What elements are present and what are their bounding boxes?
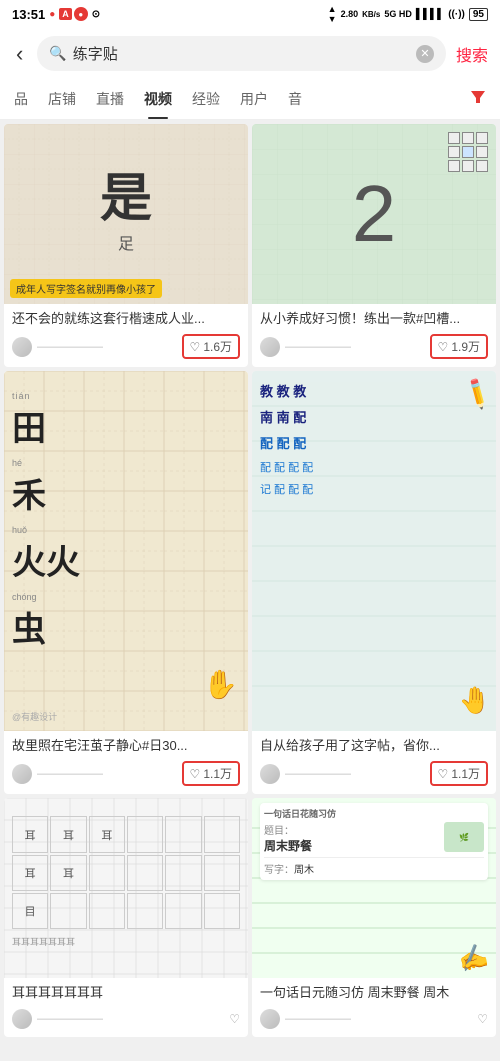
search-icon: 🔍 <box>49 45 66 62</box>
card2-likes: ♡ 1.9万 <box>430 334 488 359</box>
sim-icon: ● <box>49 9 55 20</box>
tab-bar: 品 店铺 直播 视频 经验 用户 音 <box>0 79 500 120</box>
speed-icon: ▲▼ <box>328 4 337 24</box>
speed-unit: KB/s <box>362 10 380 19</box>
wifi-icon: ((·)) <box>448 9 465 20</box>
card6-info: 一句话日元随习仿 周末野餐 周木 —————— ♡ <box>252 978 496 1036</box>
card4-avatar <box>260 764 280 784</box>
card3-info: 故里照在宅汪茧子静心#日30... —————— ♡ 1.1万 <box>4 731 248 794</box>
card3-title: 故里照在宅汪茧子静心#日30... <box>12 737 240 755</box>
video-card-2[interactable]: 2 从小养成好习惯！练出一款#凹槽... —————— <box>252 124 496 367</box>
tab-shop[interactable]: 店铺 <box>38 79 86 119</box>
card5-info: 耳耳耳耳耳耳耳 —————— ♡ <box>4 978 248 1036</box>
card3-author-name: —————— <box>37 768 103 780</box>
card6-thumb: 一句话日花随习仿 题目： 周末野餐 🌿 写字：周木 <box>252 798 496 978</box>
video-card-3[interactable]: tián 田 hé 禾 huǒ 火火 <box>4 371 248 794</box>
heart-icon-5: ♡ <box>229 1012 240 1026</box>
video-card-5[interactable]: 耳 耳 耳 耳 耳 目 <box>4 798 248 1036</box>
card4-title: 自从给孩子用了这字帖，省你... <box>260 737 488 755</box>
card4-info: 自从给孩子用了这字帖，省你... —————— ♡ 1.1万 <box>252 731 496 794</box>
card4-likes: ♡ 1.1万 <box>430 761 488 786</box>
card5-likes: ♡ <box>229 1012 240 1026</box>
card4-footer: —————— ♡ 1.1万 <box>260 761 488 786</box>
clear-button[interactable]: ✕ <box>416 45 434 63</box>
tab-experience[interactable]: 经验 <box>182 79 230 119</box>
bottom-padding <box>0 1041 500 1061</box>
card5-author-name: —————— <box>37 1013 103 1025</box>
card1-info: 还不会的就练这套行楷速成人业... —————— ♡ 1.6万 <box>4 304 248 367</box>
card6-footer: —————— ♡ <box>260 1009 488 1029</box>
search-bar: ‹ 🔍 练字贴 ✕ 搜索 <box>0 28 500 79</box>
tab-user[interactable]: 用户 <box>230 79 278 119</box>
speed-value: 2.80 <box>341 9 359 19</box>
card2-author: —————— <box>260 337 351 357</box>
card2-avatar <box>260 337 280 357</box>
card1-author-name: —————— <box>37 341 103 353</box>
card1-avatar <box>12 337 32 357</box>
filter-button[interactable] <box>460 81 496 118</box>
signal-bars: ▌▌▌▌ <box>416 9 444 20</box>
tab-audio[interactable]: 音 <box>278 79 312 119</box>
video-card-6[interactable]: 一句话日花随习仿 题目： 周末野餐 🌿 写字：周木 <box>252 798 496 1036</box>
status-bar: 13:51 ● A ● ⊙ ▲▼ 2.80 KB/s 5G HD ▌▌▌▌ ((… <box>0 0 500 28</box>
card6-likes: ♡ <box>477 1012 488 1026</box>
card1-likes: ♡ 1.6万 <box>182 334 240 359</box>
card2-title: 从小养成好习惯！练出一款#凹槽... <box>260 310 488 328</box>
card5-avatar <box>12 1009 32 1029</box>
card5-title: 耳耳耳耳耳耳耳 <box>12 984 240 1002</box>
back-button[interactable]: ‹ <box>12 41 27 67</box>
tab-goods[interactable]: 品 <box>4 79 38 119</box>
battery-icon: 95 <box>469 8 488 21</box>
card1-title: 还不会的就练这套行楷速成人业... <box>12 310 240 328</box>
record-icon: ⊙ <box>92 9 100 20</box>
video-card-1[interactable]: 是 足 成年人写字签名就别再像小孩了 还不会的就练这套行楷速成人业... ———… <box>4 124 248 367</box>
card5-thumb: 耳 耳 耳 耳 耳 目 <box>4 798 248 978</box>
heart-icon-3: ♡ <box>190 767 201 781</box>
card5-author: —————— <box>12 1009 103 1029</box>
card3-likes: ♡ 1.1万 <box>182 761 240 786</box>
network-type: 5G HD <box>384 9 412 19</box>
card3-author: —————— <box>12 764 103 784</box>
heart-icon-4: ♡ <box>438 767 449 781</box>
card4-thumb: 教 教 教 南 南 配 配 配 配 配 配 配 配 记 配 配 配 ✏️ 🤚 <box>252 371 496 731</box>
search-button[interactable]: 搜索 <box>456 42 488 66</box>
card1-thumb: 是 足 成年人写字签名就别再像小孩了 <box>4 124 248 304</box>
tab-live[interactable]: 直播 <box>86 79 134 119</box>
heart-icon-6: ♡ <box>477 1012 488 1026</box>
search-input-wrap[interactable]: 🔍 练字贴 ✕ <box>37 36 446 71</box>
card3-footer: —————— ♡ 1.1万 <box>12 761 240 786</box>
card6-avatar <box>260 1009 280 1029</box>
card4-author: —————— <box>260 764 351 784</box>
card2-thumb: 2 <box>252 124 496 304</box>
card1-footer: —————— ♡ 1.6万 <box>12 334 240 359</box>
card2-author-name: —————— <box>285 341 351 353</box>
card6-author-name: —————— <box>285 1013 351 1025</box>
card2-info: 从小养成好习惯！练出一款#凹槽... —————— ♡ 1.9万 <box>252 304 496 367</box>
card4-author-name: —————— <box>285 768 351 780</box>
tab-video[interactable]: 视频 <box>134 79 182 119</box>
app-icons: A ● <box>59 7 88 21</box>
heart-icon-2: ♡ <box>438 340 449 354</box>
heart-icon-1: ♡ <box>190 340 201 354</box>
status-right: ▲▼ 2.80 KB/s 5G HD ▌▌▌▌ ((·)) 95 <box>328 4 488 24</box>
card2-footer: —————— ♡ 1.9万 <box>260 334 488 359</box>
card3-avatar <box>12 764 32 784</box>
status-time: 13:51 <box>12 7 45 22</box>
content-grid: 是 足 成年人写字签名就别再像小孩了 还不会的就练这套行楷速成人业... ———… <box>0 120 500 1041</box>
video-card-4[interactable]: 教 教 教 南 南 配 配 配 配 配 配 配 配 记 配 配 配 ✏️ 🤚 自… <box>252 371 496 794</box>
card3-thumb: tián 田 hé 禾 huǒ 火火 <box>4 371 248 731</box>
card1-author: —————— <box>12 337 103 357</box>
search-query: 练字贴 <box>73 43 410 64</box>
card5-footer: —————— ♡ <box>12 1009 240 1029</box>
card6-author: —————— <box>260 1009 351 1029</box>
card6-title: 一句话日元随习仿 周末野餐 周木 <box>260 984 488 1002</box>
